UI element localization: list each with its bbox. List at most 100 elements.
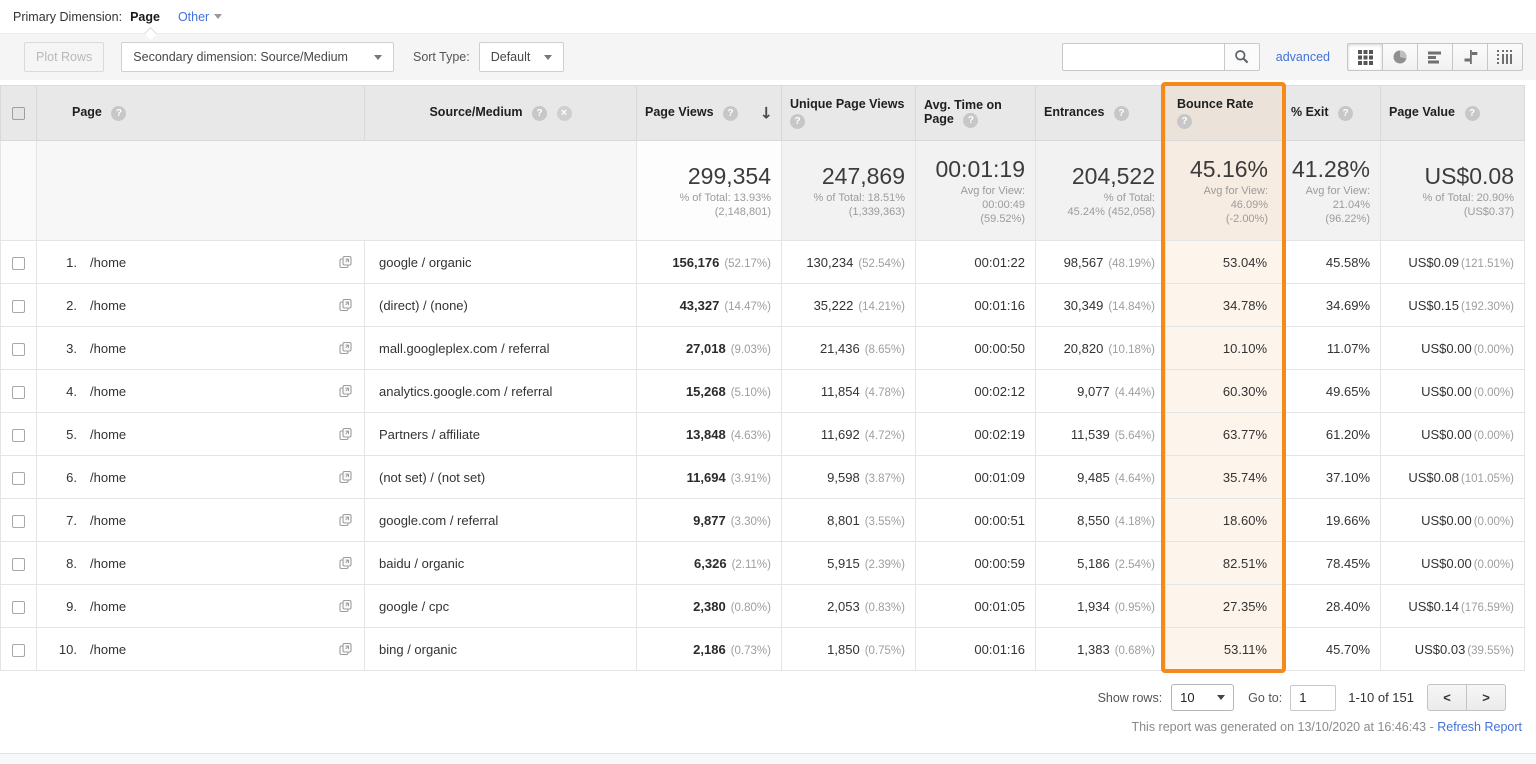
summary-row: 299,354 % of Total: 13.93% (2,148,801) 24… [0,140,1525,241]
pct-exit-cell: 37.10% [1282,455,1381,499]
help-icon[interactable]: ? [1113,105,1129,121]
open-page-icon[interactable] [339,513,352,527]
previous-page-button[interactable]: < [1427,684,1467,711]
open-page-icon[interactable] [339,427,352,441]
open-page-icon[interactable] [339,642,352,656]
show-rows-select[interactable]: 10 [1171,684,1235,711]
open-page-icon[interactable] [339,341,352,355]
primary-dimension-other-tab[interactable]: Other [178,10,209,24]
summary-bounce-rate: 45.16% Avg for View: 46.09% (-2.00%) [1165,140,1283,241]
bounce-rate-cell: 35.74% [1165,455,1283,499]
row-checkbox[interactable] [12,514,25,528]
report-status-line: This report was generated on 13/10/2020 … [0,720,1536,734]
page-path: /home [90,254,127,270]
select-all-checkbox[interactable] [12,107,25,121]
source-medium-cell: bing / organic [364,627,637,671]
page-value-cell: US$0.00 (0.00%) [1380,498,1525,542]
open-page-icon[interactable] [339,255,352,269]
row-checkbox[interactable] [12,342,25,356]
row-checkbox[interactable] [12,600,25,614]
entrances-cell: 1,383 (0.68%) [1035,627,1166,671]
column-header-bounce-rate[interactable]: Bounce Rate ? [1165,85,1283,141]
summary-page-views: 299,354 % of Total: 13.93% (2,148,801) [636,140,782,241]
secondary-dimension-dropdown[interactable]: Secondary dimension: Source/Medium [121,42,394,72]
table-row: 2. /home (direct) / (none) 43,327 (14.47%)… [0,283,1525,327]
table-search [1061,43,1260,71]
source-medium-cell: google / cpc [364,584,637,628]
column-header-unique-page-views[interactable]: Unique Page Views ? [781,85,916,141]
help-icon[interactable]: ? [111,105,127,121]
page-value-cell: US$0.00 (0.00%) [1380,412,1525,456]
help-icon[interactable]: ? [723,105,739,121]
column-header-page-views[interactable]: Page Views ? ↓ [636,85,782,141]
column-header-page-value[interactable]: Page Value ? [1380,85,1525,141]
column-header-entrances[interactable]: Entrances ? [1035,85,1166,141]
entrances-cell: 5,186 (2.54%) [1035,541,1166,585]
page-path: /home [90,512,127,528]
page-cell: 8. /home [36,541,365,585]
advanced-search-link[interactable]: advanced [1276,50,1330,64]
percentage-view-button[interactable] [1382,43,1418,71]
sort-type-dropdown[interactable]: Default [478,42,565,72]
avg-time-cell: 00:01:22 [915,240,1036,284]
open-page-icon[interactable] [339,470,352,484]
pct-exit-cell: 45.58% [1282,240,1381,284]
search-button[interactable] [1223,43,1260,71]
table-body: 1. /home google / organic 156,176 (52.17%)… [0,240,1525,671]
pagination-bar: Show rows: 10 Go to: 1-10 of 151 < > [0,684,1536,711]
refresh-report-link[interactable]: Refresh Report [1437,720,1522,734]
row-checkbox[interactable] [12,299,25,313]
report-table: Page ? Source/Medium ? × Page Views ? ↓ … [0,82,1525,673]
summary-value: 45.16% [1189,155,1268,182]
unique-page-views-cell: 11,854 (4.78%) [781,369,916,413]
next-page-button[interactable]: > [1466,684,1506,711]
help-icon[interactable]: ? [1464,105,1480,121]
column-header-page[interactable]: Page ? [36,85,365,141]
help-icon[interactable]: ? [1177,114,1192,129]
table-toolbar: Plot Rows Secondary dimension: Source/Me… [0,27,1536,80]
table-view-button[interactable] [1347,43,1383,71]
open-page-icon[interactable] [339,384,352,398]
help-icon[interactable]: ? [963,112,979,128]
row-range-text: 1-10 of 151 [1348,690,1414,705]
primary-dimension-page-tab[interactable]: Page [130,10,160,24]
row-checkbox[interactable] [12,643,25,657]
unique-page-views-cell: 5,915 (2.39%) [781,541,916,585]
search-input[interactable] [1061,43,1224,71]
column-header-avg-time[interactable]: Avg. Time on Page ? [915,85,1036,141]
open-page-icon[interactable] [339,556,352,570]
page-cell: 4. /home [36,369,365,413]
help-icon[interactable]: ? [790,114,805,129]
row-checkbox[interactable] [12,471,25,485]
column-header-source-medium[interactable]: Source/Medium ? × [364,85,637,141]
help-icon[interactable]: ? [1338,105,1353,121]
row-checkbox[interactable] [12,557,25,571]
comparison-view-button[interactable] [1452,43,1488,71]
column-label: Page Views [645,105,714,120]
plot-rows-button[interactable]: Plot Rows [24,42,105,72]
performance-view-button[interactable] [1417,43,1453,71]
pivot-view-button[interactable] [1487,43,1523,71]
page-path: /home [90,598,127,614]
row-checkbox[interactable] [12,428,25,442]
row-rank: 7. [66,512,77,528]
remove-secondary-dimension-icon[interactable]: × [556,105,572,121]
summary-page-value: US$0.08 % of Total: 20.90% (US$0.37) [1380,140,1525,241]
pct-exit-cell: 45.70% [1282,627,1381,671]
goto-page-input[interactable] [1290,684,1337,711]
chevron-down-icon[interactable] [214,14,223,19]
page-cell: 2. /home [36,283,365,327]
open-page-icon[interactable] [339,599,352,613]
table-row: 1. /home google / organic 156,176 (52.17%)… [0,240,1525,284]
open-page-icon[interactable] [339,298,352,312]
column-header-pct-exit[interactable]: % Exit ? [1282,85,1381,141]
row-checkbox[interactable] [12,385,25,399]
secondary-dimension-label: Secondary dimension: Source/Medium [133,50,348,64]
page-cell: 5. /home [36,412,365,456]
entrances-cell: 98,567 (48.19%) [1035,240,1166,284]
sort-descending-icon: ↓ [759,103,773,123]
help-icon[interactable]: ? [532,105,548,121]
column-label: Entrances [1044,105,1105,120]
search-icon [1234,50,1249,64]
row-checkbox[interactable] [12,256,25,270]
